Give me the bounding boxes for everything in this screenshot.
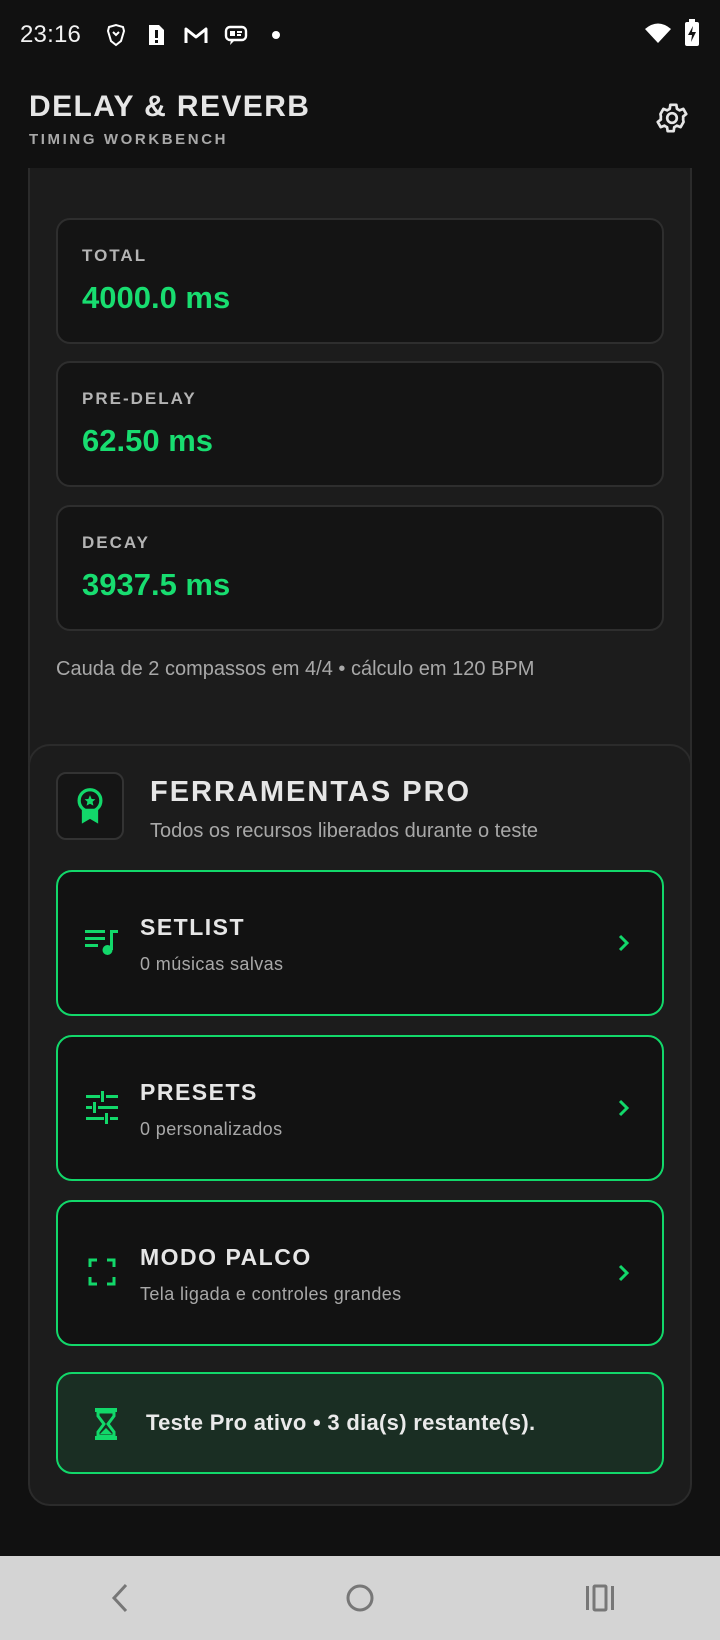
tool-stage-mode-button[interactable]: MODO PALCO Tela ligada e controles grand… [56,1200,664,1346]
tune-sliders-icon [82,1087,122,1127]
tool-presets-button[interactable]: PRESETS 0 personalizados [56,1035,664,1181]
award-badge-icon [56,772,124,840]
pro-tools-card: FERRAMENTAS PRO Todos os recursos libera… [28,744,692,1506]
navigation-bar [0,1556,720,1640]
settings-button[interactable] [652,98,692,138]
status-bar: 23:16 [0,0,720,70]
trial-status-text: Teste Pro ativo • 3 dia(s) restante(s). [146,1410,536,1435]
app-subtitle: TIMING WORKBENCH [29,131,229,148]
notification-icons [103,22,289,48]
pro-tools-subtitle: Todos os recursos liberados durante o te… [150,820,538,842]
back-icon [111,1583,128,1613]
tool-subtitle: 0 personalizados [140,1119,283,1139]
metric-value: 3937.5 ms [82,567,231,602]
back-button[interactable] [90,1568,150,1628]
dot-icon [263,22,289,48]
message-icon [223,22,249,48]
pro-tools-title: FERRAMENTAS PRO [150,776,472,808]
status-time: 23:16 [20,21,82,48]
gmail-icon [183,22,209,48]
tool-setlist-button[interactable]: SETLIST 0 músicas salvas [56,870,664,1016]
chevron-right-icon [612,1093,636,1123]
tool-subtitle: Tela ligada e controles grandes [140,1284,402,1304]
fullscreen-icon [82,1252,122,1292]
system-icons [644,18,700,52]
home-button[interactable] [330,1568,390,1628]
home-icon [346,1584,374,1612]
app-title: DELAY & REVERB [29,90,311,123]
gear-icon [656,103,688,133]
sim-alert-icon [143,22,169,48]
hourglass-icon [88,1404,124,1444]
recents-button[interactable] [570,1568,630,1628]
screen: 23:16 DELAY & REVERB TIMING WORKBENCH TO… [0,0,720,1640]
metric-value: 4000.0 ms [82,280,231,315]
chevron-right-icon [612,1258,636,1288]
metric-decay: DECAY 3937.5 ms [56,505,664,631]
app-bar: DELAY & REVERB TIMING WORKBENCH [0,70,720,168]
scroll-content[interactable]: TOTAL 4000.0 ms PRE-DELAY 62.50 ms DECAY… [0,168,720,1556]
playlist-music-icon [82,922,122,962]
metric-total: TOTAL 4000.0 ms [56,218,664,344]
pro-trial-banner: Teste Pro ativo • 3 dia(s) restante(s). [56,1372,664,1474]
metric-pre-delay: PRE-DELAY 62.50 ms [56,361,664,487]
battery-charging-icon [684,18,700,52]
calculation-note: Cauda de 2 compassos em 4/4 • cálculo em… [56,658,535,680]
metric-label: TOTAL [82,246,148,265]
tool-title: PRESETS [140,1079,258,1105]
tool-title: SETLIST [140,914,246,940]
recents-icon [586,1584,614,1612]
metric-label: DECAY [82,533,150,552]
wifi-icon [644,22,672,49]
brave-icon [103,22,129,48]
tool-subtitle: 0 músicas salvas [140,954,284,974]
metric-label: PRE-DELAY [82,389,197,408]
chevron-right-icon [612,928,636,958]
tool-title: MODO PALCO [140,1244,312,1270]
metric-value: 62.50 ms [82,423,213,458]
